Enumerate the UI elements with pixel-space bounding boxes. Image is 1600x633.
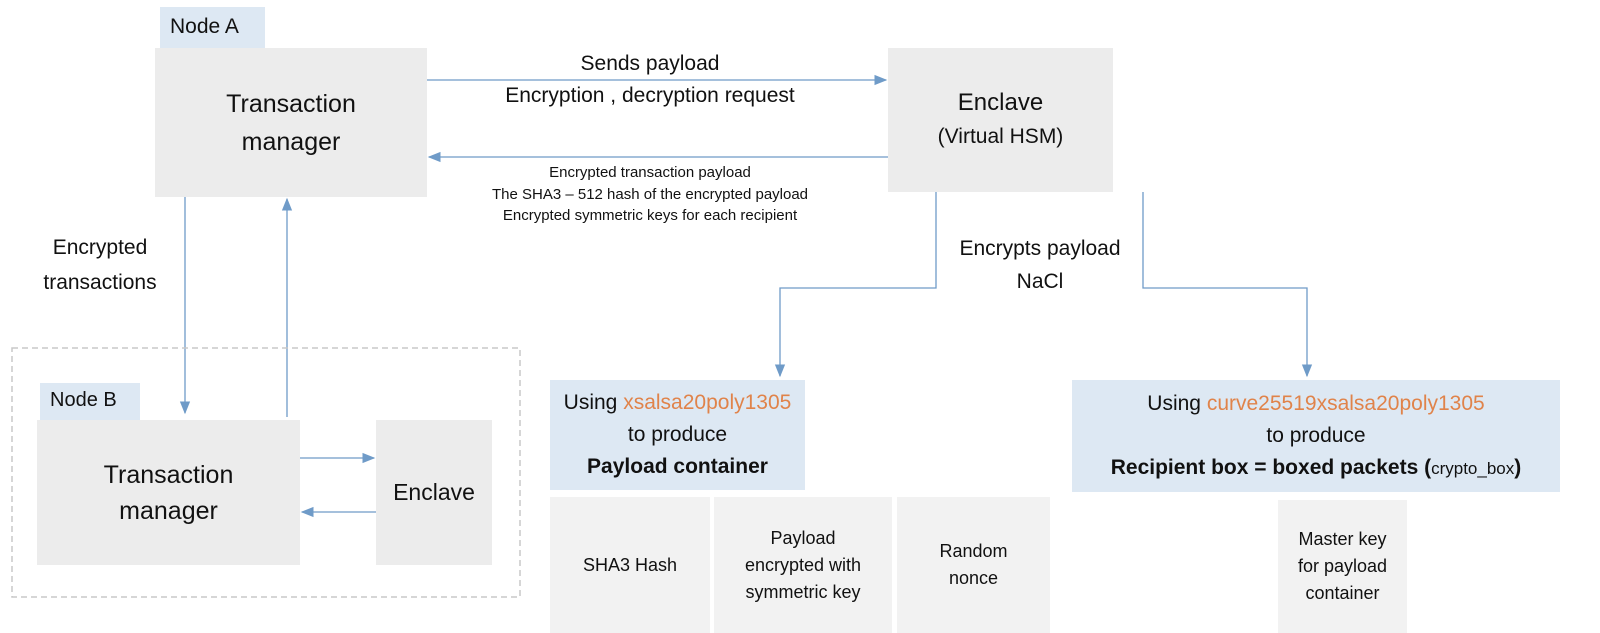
random-nonce-box: Random nonce bbox=[897, 497, 1050, 633]
transaction-manager-a: Transaction manager bbox=[155, 48, 427, 197]
tm-a-line1: Transaction bbox=[226, 89, 356, 118]
produce-text: to produce bbox=[1266, 423, 1366, 447]
encrypted-payload-box: Payload encrypted with symmetric key bbox=[714, 497, 892, 633]
tm-b-line2: manager bbox=[119, 496, 218, 525]
encrypts-line1: Encrypts payload bbox=[959, 237, 1121, 260]
enclave-title: Enclave bbox=[957, 89, 1044, 116]
enclave-a: Enclave (Virtual HSM) bbox=[888, 48, 1113, 192]
result-text: Recipient box = boxed packets ( bbox=[1110, 455, 1432, 479]
response-line: Encrypted symmetric keys for each recipi… bbox=[502, 207, 798, 224]
request-label-2: Encryption , decryption request bbox=[505, 84, 795, 107]
encrypts-label: Encrypts payload NaCl bbox=[940, 232, 1140, 298]
payload-container-box: Using xsalsa20poly1305 to produce Payloa… bbox=[550, 380, 805, 490]
using-text: Using bbox=[563, 391, 624, 414]
result-text: Payload container bbox=[587, 455, 768, 478]
tm-b-line1: Transaction bbox=[103, 460, 234, 489]
encrypts-line2: NaCl bbox=[1016, 270, 1064, 293]
recipient-branch-arrow bbox=[1142, 192, 1313, 378]
recipient-box: Using curve25519xsalsa20poly1305 to prod… bbox=[1072, 380, 1560, 492]
enclave-b: Enclave bbox=[376, 420, 492, 565]
response-label: Encrypted transaction payload The SHA3 –… bbox=[430, 162, 870, 227]
algorithm-name: curve25519xsalsa20poly1305 bbox=[1206, 391, 1485, 415]
tm-a-line2: manager bbox=[241, 127, 341, 156]
response-line: The SHA3 – 512 hash of the encrypted pay… bbox=[491, 185, 809, 203]
produce-text: to produce bbox=[627, 423, 728, 446]
label-line: Encrypted bbox=[52, 236, 148, 259]
request-label-1: Sends payload bbox=[580, 52, 720, 75]
sha3-hash-box: SHA3 Hash bbox=[550, 497, 710, 633]
result-code: crypto_box bbox=[1431, 458, 1515, 478]
node-a-label: Node A bbox=[160, 7, 265, 48]
node-b-label: Node B bbox=[40, 383, 140, 420]
label-line: transactions bbox=[43, 271, 157, 294]
transaction-manager-b: Transaction manager bbox=[37, 420, 300, 565]
master-key-box: Master key for payload container bbox=[1278, 500, 1407, 633]
enclave-subtitle: (Virtual HSM) bbox=[937, 125, 1064, 148]
algorithm-name: xsalsa20poly1305 bbox=[623, 391, 792, 414]
response-line: Encrypted transaction payload bbox=[549, 164, 751, 181]
encrypted-transactions-label: Encrypted transactions bbox=[20, 230, 180, 300]
using-text: Using bbox=[1147, 391, 1207, 415]
result-end: ) bbox=[1514, 455, 1522, 479]
